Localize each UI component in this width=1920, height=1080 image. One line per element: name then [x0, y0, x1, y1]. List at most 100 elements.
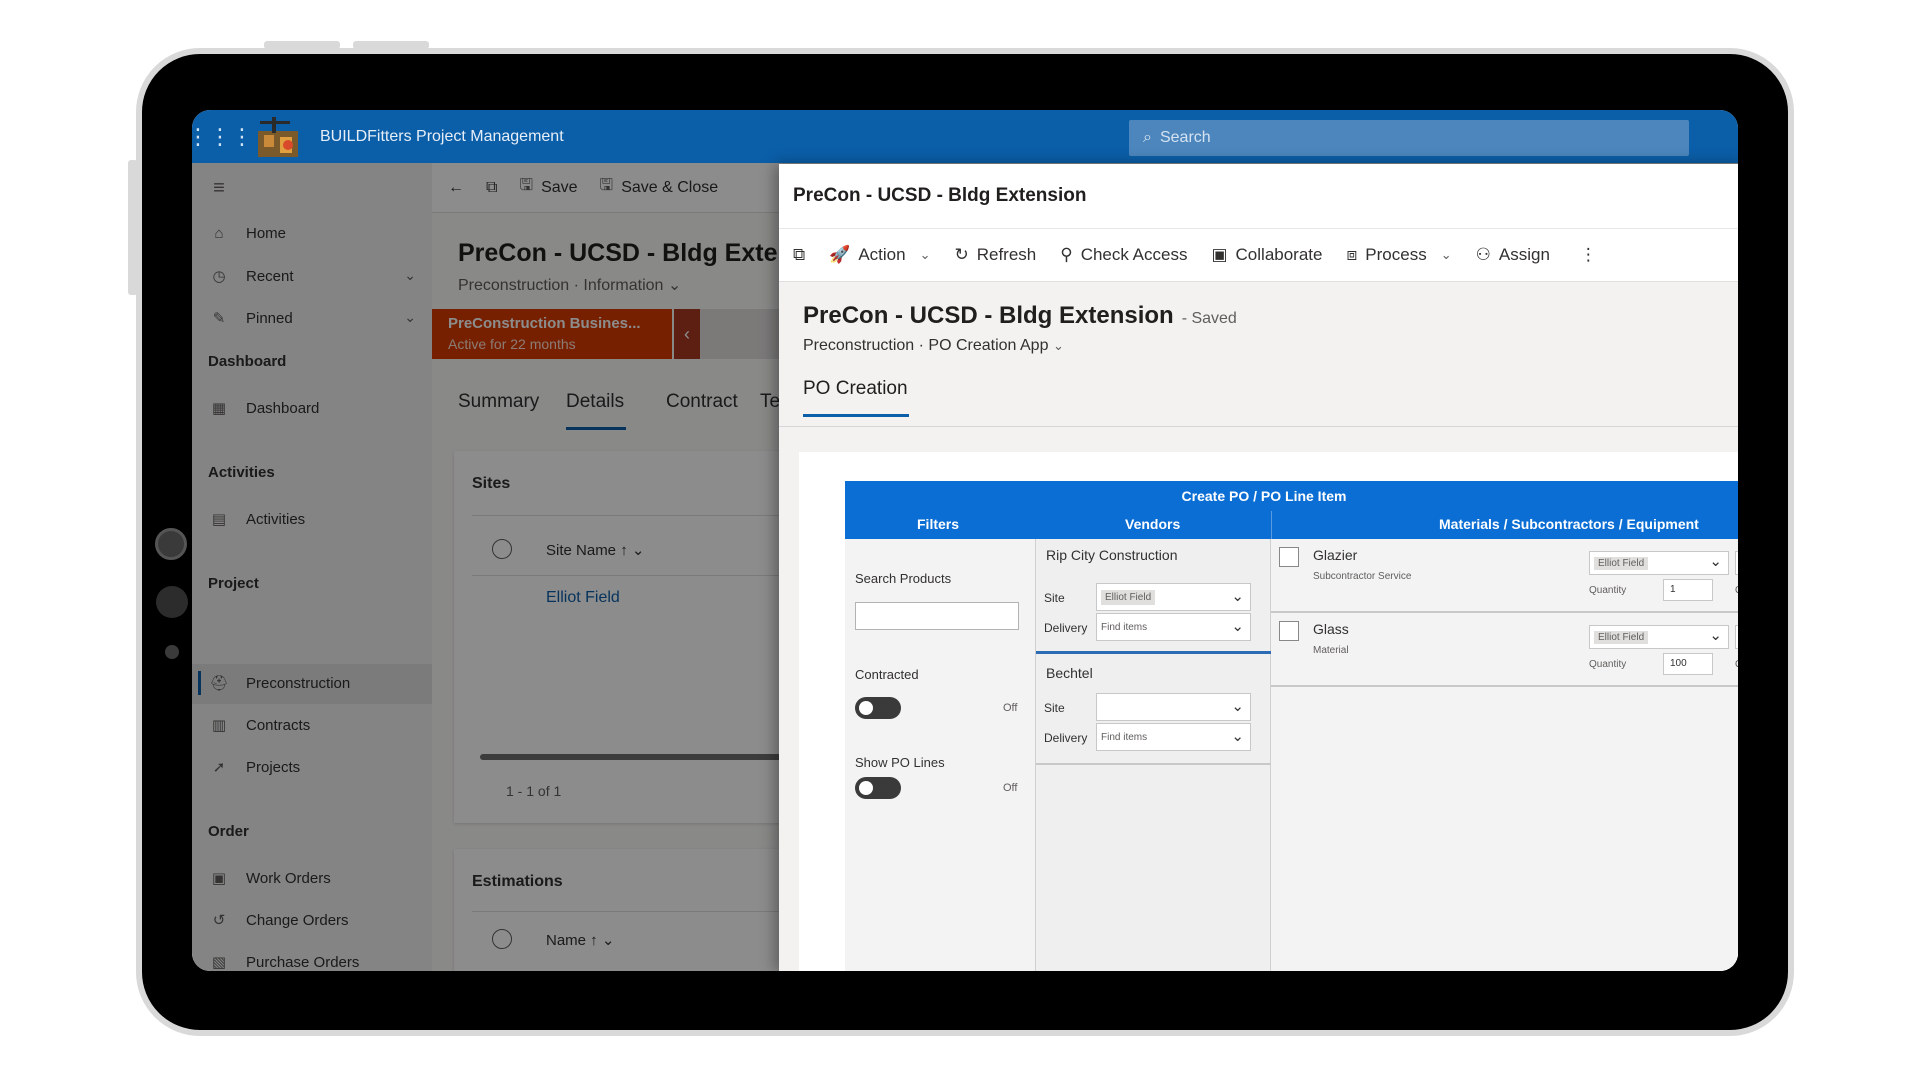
site-label: Site: [1044, 701, 1065, 715]
dialog-record-subtitle: Preconstruction · PO Creation App ⌄: [803, 337, 1064, 355]
material-site-dropdown[interactable]: Elliot Field ⌄: [1589, 551, 1729, 575]
canvas-app-title: Create PO / PO Line Item: [1181, 488, 1347, 504]
check-access-button[interactable]: ⚲ Check Access: [1060, 245, 1187, 265]
camera-flash: [165, 645, 179, 659]
tablet-side-button: [128, 160, 138, 295]
app-header-bar: ⋮⋮⋮ BUILDFitters Project Management ⌕ Se…: [192, 110, 1738, 163]
quantity-label: Quantity: [1589, 585, 1627, 596]
quantity-label: Quantity: [1589, 659, 1627, 670]
contracted-toggle[interactable]: [855, 697, 901, 719]
material-checkbox[interactable]: [1279, 621, 1299, 641]
dialog-command-bar: ⧉ 🚀 Action ⌄ ↻ Refresh ⚲ Check Access ▣ Colla…: [779, 228, 1738, 282]
chevron-down-icon: ⌄: [919, 247, 931, 262]
separator-dot: ·: [918, 337, 929, 354]
selected-site: Elliot Field: [1101, 589, 1156, 605]
chevron-down-icon: ⌄: [1709, 627, 1722, 644]
chevron-down-icon: ⌄: [1231, 698, 1244, 715]
delivery-placeholder: Find items: [1101, 621, 1148, 633]
more-commands-icon[interactable]: ⋮: [1580, 245, 1597, 265]
column-header-vendors: Vendors: [1125, 516, 1181, 532]
material-name: Glazier: [1313, 547, 1358, 563]
open-new-window-icon[interactable]: ⧉: [793, 245, 805, 265]
vendor-delivery-combobox[interactable]: Find items ⌄: [1096, 723, 1251, 751]
material-row: Glass Material Elliot Field ⌄ Fi Quantit…: [1271, 613, 1738, 687]
chevron-down-icon: ⌄: [1231, 728, 1244, 745]
search-icon: ⌕: [1143, 129, 1152, 146]
header-divider: [1271, 511, 1272, 539]
material-row: Glazier Subcontractor Service Elliot Fie…: [1271, 539, 1738, 613]
vendor-divider: [1036, 763, 1272, 765]
truncated-label: Q1: [1735, 585, 1738, 596]
delivery-label: Delivery: [1044, 731, 1088, 745]
tab-divider: [779, 426, 1738, 427]
search-products-input[interactable]: [855, 602, 1019, 630]
tablet-top-button-2: [353, 41, 429, 49]
tab-active-underline: [803, 414, 909, 417]
chevron-down-icon: ⌄: [1709, 553, 1722, 570]
contracted-label: Contracted: [855, 667, 919, 682]
show-po-lines-toggle[interactable]: [855, 777, 901, 799]
truncated-label: Q1: [1735, 659, 1738, 670]
vendor-selected-separator: [1036, 651, 1272, 654]
tablet-top-button-1: [264, 41, 340, 49]
material-checkbox[interactable]: [1279, 547, 1299, 567]
show-po-lines-label: Show PO Lines: [855, 755, 945, 770]
vendor-name[interactable]: Rip City Construction: [1046, 547, 1178, 563]
process-icon: ⧈: [1346, 245, 1358, 264]
vendor-name[interactable]: Bechtel: [1046, 665, 1093, 681]
assign-button[interactable]: ⚇ Assign: [1476, 245, 1550, 265]
site-label: Site: [1044, 591, 1065, 605]
quantity-input[interactable]: 100: [1663, 653, 1713, 675]
truncated-field[interactable]: Fi: [1735, 625, 1738, 649]
app-title: BUILDFitters Project Management: [320, 127, 564, 145]
record-dialog: PreCon - UCSD - Bldg Extension ⧉ 🚀 Action…: [779, 164, 1738, 971]
filters-panel: Search Products Contracted Off Show PO L…: [845, 539, 1035, 971]
material-site-dropdown[interactable]: Elliot Field ⌄: [1589, 625, 1729, 649]
collaborate-button[interactable]: ▣ Collaborate: [1211, 245, 1322, 265]
chevron-down-icon: ⌄: [1231, 588, 1244, 605]
column-header-filters: Filters: [917, 516, 960, 532]
process-button[interactable]: ⧈ Process ⌄: [1346, 245, 1451, 265]
material-type: Material: [1313, 645, 1349, 656]
refresh-button[interactable]: ↻ Refresh: [954, 245, 1036, 265]
refresh-label: Refresh: [976, 245, 1037, 264]
camera-sensor: [156, 586, 188, 618]
chevron-down-icon: ⌄: [1231, 618, 1244, 635]
chevron-down-icon[interactable]: ⌄: [1053, 338, 1064, 353]
rocket-icon: 🚀: [829, 245, 851, 264]
tab-po-creation[interactable]: PO Creation: [803, 378, 908, 400]
delivery-label: Delivery: [1044, 621, 1088, 635]
tablet-screen: ⋮⋮⋮ BUILDFitters Project Management ⌕ Se…: [192, 110, 1738, 971]
materials-panel: Glazier Subcontractor Service Elliot Fie…: [1271, 539, 1738, 971]
global-search-box[interactable]: ⌕ Search: [1129, 120, 1689, 156]
selected-site: Elliot Field: [1594, 556, 1649, 570]
teams-icon: ▣: [1211, 245, 1228, 264]
app-launcher-icon[interactable]: ⋮⋮⋮: [192, 110, 253, 163]
show-po-lines-toggle-state: Off: [1003, 782, 1018, 794]
check-access-label: Check Access: [1080, 245, 1188, 264]
process-label: Process: [1365, 245, 1427, 264]
search-products-label: Search Products: [855, 571, 952, 586]
po-creation-canvas-app: Create PO / PO Line Item Filters Vendors…: [845, 481, 1738, 971]
material-type: Subcontractor Service: [1313, 571, 1412, 582]
chevron-down-icon: ⌄: [1440, 247, 1452, 262]
record-entity: Preconstruction: [803, 337, 915, 354]
vendor-site-dropdown[interactable]: Elliot Field ⌄: [1096, 583, 1251, 611]
person-icon: ⚇: [1475, 245, 1491, 264]
dialog-record-title: PreCon - UCSD - Bldg Extension - Saved: [803, 302, 1237, 329]
dialog-header-title: PreCon - UCSD - Bldg Extension: [793, 185, 1087, 206]
app-logo: [250, 115, 306, 159]
search-placeholder: Search: [1159, 129, 1211, 146]
selected-site: Elliot Field: [1594, 630, 1649, 644]
action-button[interactable]: 🚀 Action ⌄: [829, 245, 930, 265]
delivery-placeholder: Find items: [1101, 731, 1148, 743]
truncated-field[interactable]: Fi: [1735, 551, 1738, 575]
action-label: Action: [858, 245, 906, 264]
vendor-site-dropdown[interactable]: ⌄: [1096, 693, 1251, 721]
contracted-toggle-state: Off: [1003, 702, 1018, 714]
form-selector[interactable]: PO Creation App: [928, 337, 1048, 354]
vendor-delivery-combobox[interactable]: Find items ⌄: [1096, 613, 1251, 641]
quantity-input[interactable]: 1: [1663, 579, 1713, 601]
camera-lens: [155, 528, 187, 560]
vendors-panel: Rip City Construction Site Elliot Field …: [1035, 539, 1272, 971]
